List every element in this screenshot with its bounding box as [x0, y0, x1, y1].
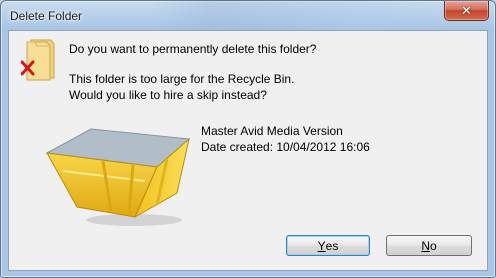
yes-mnemonic: Y — [317, 238, 326, 253]
close-icon: ✕ — [461, 3, 472, 18]
message-line-1: This folder is too large for the Recycle… — [69, 72, 295, 86]
yes-button[interactable]: Yes — [286, 235, 370, 256]
folder-delete-icon — [21, 39, 55, 81]
message-line-2: Would you like to hire a skip instead? — [69, 88, 267, 102]
delete-folder-dialog: Delete Folder ✕ Do you want to permanent… — [0, 0, 496, 278]
skip-container-image — [45, 128, 191, 226]
item-name: Master Avid Media Version — [201, 124, 343, 138]
yes-label-rest: es — [325, 238, 339, 253]
close-button[interactable]: ✕ — [444, 1, 489, 21]
no-mnemonic: N — [421, 238, 430, 253]
item-date-created: Date created: 10/04/2012 16:06 — [201, 140, 370, 154]
dialog-title: Delete Folder — [10, 9, 83, 23]
no-button[interactable]: No — [386, 235, 472, 256]
title-bar[interactable]: Delete Folder ✕ — [1, 1, 495, 30]
dialog-content: Do you want to permanently delete this f… — [8, 30, 488, 271]
title-bar-glass — [151, 1, 451, 30]
question-text: Do you want to permanently delete this f… — [69, 42, 317, 56]
no-label-rest: o — [429, 238, 437, 253]
